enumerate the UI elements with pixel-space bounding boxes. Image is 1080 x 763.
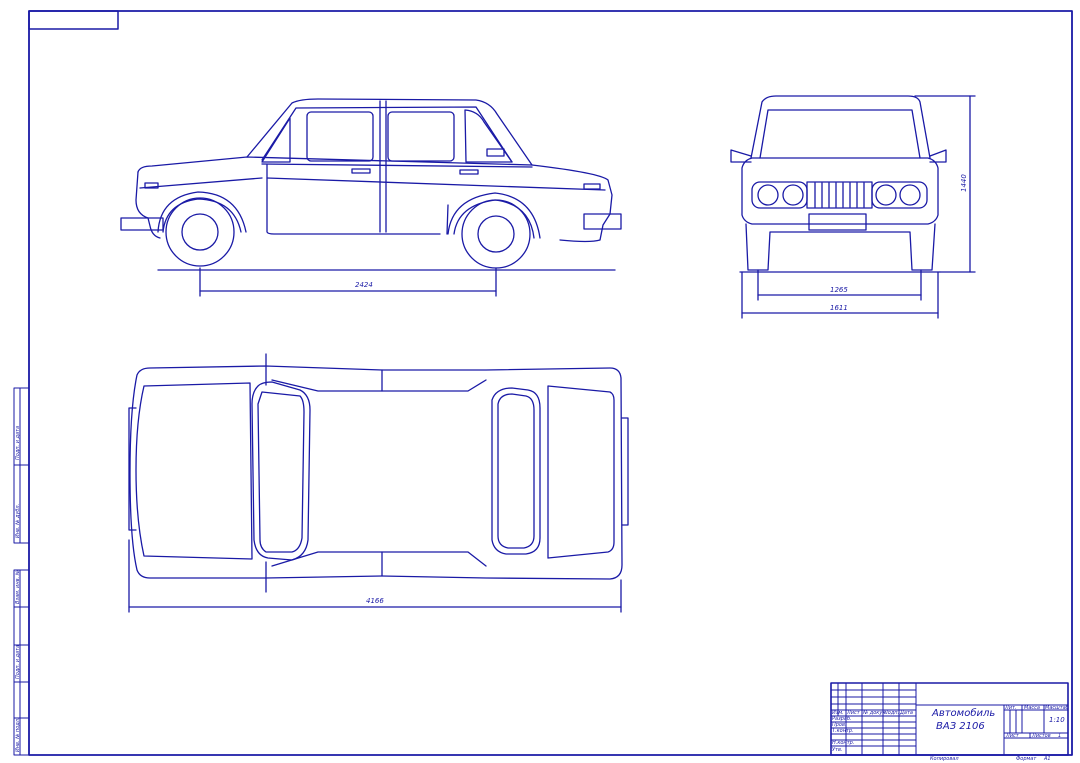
sheet-frame bbox=[28, 10, 1073, 756]
overall-width-dimension: 1611 bbox=[830, 304, 848, 312]
side-view bbox=[120, 98, 622, 297]
side-stamp-cell-1: Подп. и дата bbox=[15, 426, 21, 460]
top-view bbox=[128, 353, 629, 613]
header-sign: Подп. bbox=[884, 710, 899, 716]
title-block-sheets-count: 1 bbox=[1058, 733, 1061, 739]
row-tkontr: Т.контр. bbox=[832, 728, 854, 734]
copied-label: Копировал bbox=[930, 756, 959, 762]
side-stamp-cell-5: Инв. № подл. bbox=[15, 718, 21, 753]
front-track-dimension: 1265 bbox=[830, 286, 848, 294]
title-block-mass: Масса bbox=[1024, 705, 1040, 711]
side-stamp-cell-2: Инв. № дубл. bbox=[15, 504, 21, 538]
side-stamp-cell-3: Взам. инв. № bbox=[15, 570, 21, 604]
wheelbase-dimension: 2424 bbox=[355, 281, 373, 289]
title-block-sheet: Лист bbox=[1005, 733, 1020, 739]
row-utv: Утв. bbox=[832, 747, 843, 753]
drawing-title-line2: ВАЗ 2106 bbox=[936, 721, 985, 732]
format-value: А1 bbox=[1043, 756, 1051, 762]
title-block-scale-label: Масштаб bbox=[1045, 705, 1069, 711]
overall-length-dimension: 4166 bbox=[366, 597, 384, 605]
format-label: Формат bbox=[1016, 756, 1037, 762]
overall-height-dimension: 1440 bbox=[960, 174, 968, 192]
side-stamp-cell-4: Подп. и дата bbox=[15, 645, 21, 679]
row-nkontr: Н.контр. bbox=[832, 740, 854, 746]
title-block-sheets: Листов bbox=[1031, 733, 1051, 739]
front-view bbox=[730, 95, 976, 319]
drawing-sheet: 2424 1265 1611 1440 4166 Автомобиль ВАЗ … bbox=[13, 10, 1073, 762]
title-block-lit: Лит. bbox=[1004, 705, 1017, 711]
header-date: Дата bbox=[899, 710, 913, 716]
drawing-title-line1: Автомобиль bbox=[931, 707, 995, 719]
title-block-scale: 1:10 bbox=[1049, 716, 1065, 724]
title-block bbox=[830, 682, 1069, 756]
